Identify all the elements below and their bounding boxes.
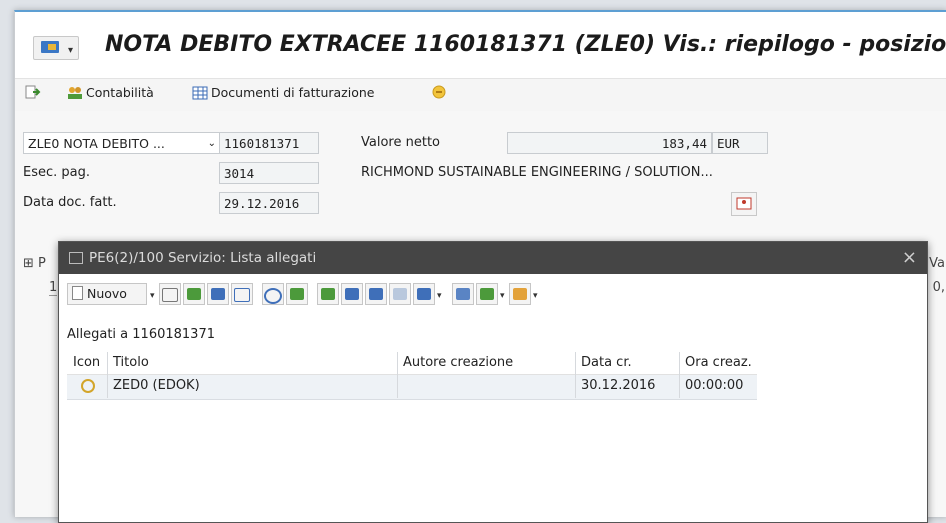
refresh-button[interactable] [262, 283, 284, 305]
col-icon[interactable]: Icon [73, 352, 100, 374]
dialog-title-bar: PE6(2)/100 Servizio: Lista allegati × [59, 242, 927, 274]
page-title: NOTA DEBITO EXTRACEE 1160181371 (ZLE0) V… [105, 32, 946, 57]
dialog-title: PE6(2)/100 Servizio: Lista allegati [89, 250, 317, 266]
nuovo-button[interactable]: Nuovo [67, 283, 147, 305]
valore-netto-label: Valore netto [361, 135, 440, 150]
attachments-table: Icon Titolo Autore creazione Data cr. Or… [67, 352, 757, 400]
refresh-button[interactable] [431, 85, 450, 99]
chevron-down-icon: ▾ [500, 291, 505, 301]
chevron-down-icon: ▾ [533, 291, 538, 301]
table-icon [192, 86, 208, 99]
contabilita-button[interactable]: Contabilità [67, 85, 154, 100]
bg-row-number: 1 [49, 280, 58, 296]
data-doc-label: Data doc. fatt. [23, 195, 117, 210]
bg-cell-value: 0, [932, 280, 945, 295]
esec-pag-label: Esec. pag. [23, 165, 90, 180]
new-document-icon [72, 286, 83, 300]
col-ora[interactable]: Ora creaz. [685, 352, 752, 374]
person-icon [736, 197, 752, 210]
trash-icon [234, 288, 250, 302]
bg-stub-label: P [38, 256, 46, 271]
contabilita-label: Contabilità [86, 85, 154, 100]
documenti-fatturazione-button[interactable]: Documenti di fatturazione [192, 85, 374, 100]
attachments-caption: Allegati a 1160181371 [67, 327, 215, 342]
column-divider [575, 352, 576, 398]
close-icon[interactable]: × [902, 242, 917, 274]
accounting-icon [68, 86, 82, 99]
column-divider [679, 352, 680, 398]
bg-column-header: Va [929, 256, 945, 271]
delete-button[interactable] [231, 283, 253, 305]
row-titolo: ZED0 (EDOK) [113, 378, 200, 393]
export-icon [480, 288, 494, 300]
pencil-icon [211, 288, 225, 300]
row-ora: 00:00:00 [685, 378, 744, 393]
detail-button[interactable] [286, 283, 308, 305]
filter-icon [417, 288, 431, 300]
sort-desc-button[interactable] [341, 283, 363, 305]
data-doc-field[interactable]: 29.12.2016 [219, 192, 319, 214]
background-item-tab: ⊞ P [23, 256, 46, 271]
filter-button[interactable] [413, 283, 435, 305]
other-document-button[interactable] [25, 85, 44, 99]
print-button[interactable] [452, 283, 474, 305]
coin-icon [432, 85, 446, 99]
col-autore[interactable]: Autore creazione [403, 352, 513, 374]
sort-descending-icon [345, 288, 359, 300]
import-icon [187, 288, 201, 300]
chevron-down-icon: ▾ [437, 291, 442, 301]
col-data[interactable]: Data cr. [581, 352, 632, 374]
dialog-icon [69, 252, 83, 264]
find-button[interactable] [365, 283, 387, 305]
attachment-icon [81, 379, 95, 393]
document-arrow-icon [25, 85, 41, 99]
doc-number-field[interactable]: 1160181371 [219, 132, 319, 154]
display-button[interactable] [159, 283, 181, 305]
main-toolbar: Contabilità Documenti di fatturazione [15, 79, 946, 111]
dialog-toolbar: Nuovo ▾ ▾ ▾ ▾ [59, 274, 927, 312]
printer-icon [456, 288, 470, 300]
system-menu-button[interactable]: ▾ [33, 36, 79, 60]
sort-ascending-icon [321, 288, 335, 300]
binoculars-icon [369, 288, 383, 300]
row-data: 30.12.2016 [581, 378, 656, 393]
chevron-down-icon: ▾ [150, 291, 155, 301]
glasses-icon [162, 288, 178, 302]
chevron-down-icon: ⌄ [207, 138, 216, 149]
magnifier-icon [290, 288, 304, 300]
valore-netto-field[interactable]: 183,44 [507, 132, 712, 154]
edit-button[interactable] [207, 283, 229, 305]
esec-pag-field[interactable]: 3014 [219, 162, 319, 184]
sort-asc-button[interactable] [317, 283, 339, 305]
currency-field[interactable]: EUR [712, 132, 768, 154]
menu-icon-detail [48, 44, 56, 50]
doc-type-select[interactable]: ZLE0 NOTA DEBITO ... ⌄ [23, 132, 221, 154]
col-titolo[interactable]: Titolo [113, 352, 149, 374]
refresh-icon [264, 288, 282, 304]
chevron-down-icon: ▾ [67, 45, 73, 56]
table-header: Icon Titolo Autore creazione Data cr. Or… [67, 352, 757, 375]
column-divider [397, 352, 398, 398]
layout-grid-icon [513, 288, 527, 300]
column-divider [107, 352, 108, 398]
doc-type-value: ZLE0 NOTA DEBITO ... [28, 136, 165, 151]
find-next-button[interactable] [389, 283, 411, 305]
table-row[interactable]: ZED0 (EDOK) 30.12.2016 00:00:00 [67, 375, 757, 400]
export-button[interactable] [476, 283, 498, 305]
attachment-list-dialog: PE6(2)/100 Servizio: Lista allegati × Nu… [58, 241, 928, 523]
documenti-label: Documenti di fatturazione [211, 85, 375, 100]
list-icon: ⊞ [23, 256, 34, 271]
title-bar: ▾ NOTA DEBITO EXTRACEE 1160181371 (ZLE0)… [15, 12, 946, 79]
layout-button[interactable] [509, 283, 531, 305]
import-button[interactable] [183, 283, 205, 305]
header-form: ZLE0 NOTA DEBITO ... ⌄ 1160181371 Valore… [15, 122, 946, 242]
partner-details-button[interactable] [731, 192, 757, 216]
customer-name: RICHMOND SUSTAINABLE ENGINEERING / SOLUT… [361, 165, 713, 180]
nuovo-label: Nuovo [86, 286, 127, 301]
find-next-icon [393, 288, 407, 300]
